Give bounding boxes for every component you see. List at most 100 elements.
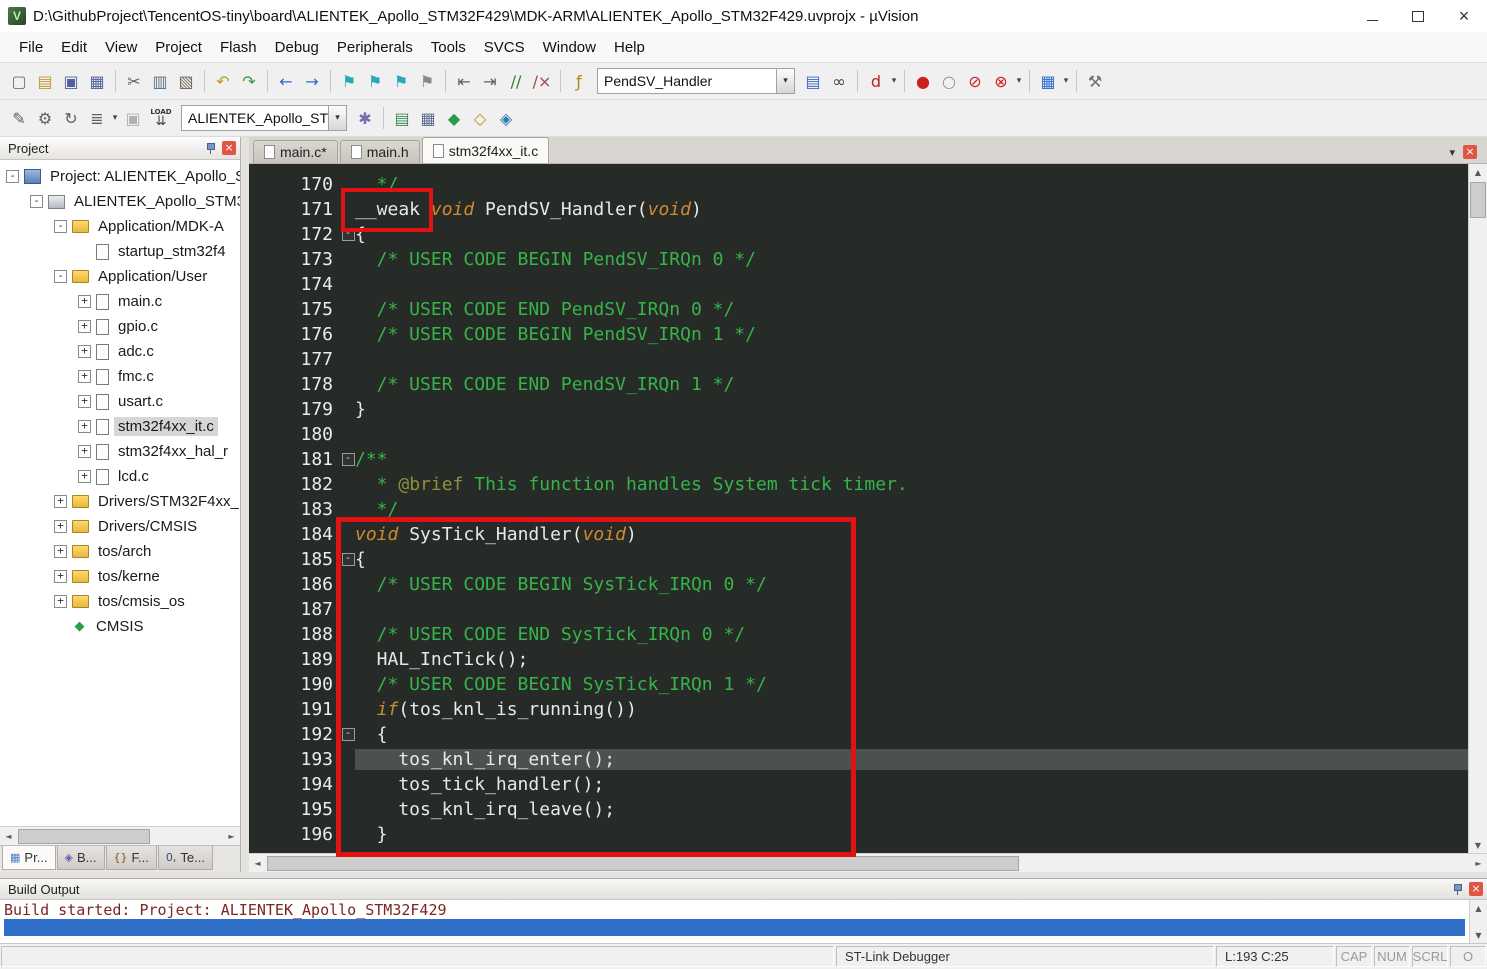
- dropdown-caret[interactable]: ▾: [889, 76, 899, 86]
- scroll-down-icon[interactable]: ▼: [1470, 837, 1487, 853]
- project-panel-hscrollbar[interactable]: ◄ ►: [0, 826, 240, 845]
- save-icon[interactable]: ▣: [58, 68, 84, 94]
- code-line[interactable]: 196 }: [249, 822, 1468, 847]
- kill-all-breakpoints-icon[interactable]: ⊗: [988, 68, 1014, 94]
- line-number[interactable]: 177: [249, 349, 341, 370]
- fold-collapse-icon[interactable]: -: [341, 227, 355, 241]
- close-document-button[interactable]: ×: [1463, 145, 1477, 159]
- pack-installer-icon[interactable]: ◈: [493, 105, 519, 131]
- tree-expander[interactable]: -: [54, 270, 67, 283]
- code-line[interactable]: 186 /* USER CODE BEGIN SysTick_IRQn 0 */: [249, 572, 1468, 597]
- code-line[interactable]: 176 /* USER CODE BEGIN PendSV_IRQn 1 */: [249, 322, 1468, 347]
- tree-item[interactable]: + Drivers/STM32F4xx_: [0, 489, 240, 514]
- line-number[interactable]: 188: [249, 624, 341, 645]
- code-line[interactable]: 181-/**: [249, 447, 1468, 472]
- toggle-bookmark-icon[interactable]: ⚑: [336, 68, 362, 94]
- open-folder-icon[interactable]: ▤: [32, 68, 58, 94]
- line-number[interactable]: 195: [249, 799, 341, 820]
- tree-item[interactable]: + adc.c: [0, 339, 240, 364]
- menu-item-flash[interactable]: Flash: [211, 35, 266, 60]
- close-button[interactable]: ×: [1441, 0, 1487, 32]
- code-line[interactable]: 182 * @brief This function handles Syste…: [249, 472, 1468, 497]
- clear-bookmarks-icon[interactable]: ⚑: [414, 68, 440, 94]
- disable-all-breakpoints-icon[interactable]: ⊘: [962, 68, 988, 94]
- tree-expander[interactable]: -: [6, 170, 19, 183]
- tree-expander[interactable]: +: [54, 545, 67, 558]
- code-line[interactable]: 191 if(tos_knl_is_running()): [249, 697, 1468, 722]
- tree-expander[interactable]: +: [78, 345, 91, 358]
- fold-gutter[interactable]: -: [341, 452, 355, 466]
- minimize-button[interactable]: [1349, 0, 1395, 32]
- tree-item[interactable]: - Application/User: [0, 264, 240, 289]
- code-line[interactable]: 178 /* USER CODE END PendSV_IRQn 1 */: [249, 372, 1468, 397]
- code-line[interactable]: 188 /* USER CODE END SysTick_IRQn 0 */: [249, 622, 1468, 647]
- editor-hscrollbar[interactable]: ◄ ►: [249, 853, 1487, 872]
- code-line[interactable]: 190 /* USER CODE BEGIN SysTick_IRQn 1 */: [249, 672, 1468, 697]
- tab-list-dropdown-icon[interactable]: ▾: [1449, 146, 1455, 159]
- scroll-down-icon[interactable]: ▼: [1470, 927, 1487, 943]
- manage-project-items-icon[interactable]: ▤: [389, 105, 415, 131]
- code-line[interactable]: 175 /* USER CODE END PendSV_IRQn 0 */: [249, 297, 1468, 322]
- function-combobox[interactable]: PendSV_Handler ▾: [597, 68, 795, 94]
- close-project-panel-button[interactable]: ×: [222, 141, 236, 155]
- line-number[interactable]: 175: [249, 299, 341, 320]
- find-in-files-icon[interactable]: ∞: [826, 68, 852, 94]
- scroll-up-icon[interactable]: ▲: [1470, 164, 1487, 180]
- tree-item[interactable]: - Project: ALIENTEK_Apollo_S: [0, 164, 240, 189]
- tree-expander[interactable]: +: [78, 295, 91, 308]
- undo-icon[interactable]: ↶: [210, 68, 236, 94]
- menu-item-help[interactable]: Help: [605, 35, 654, 60]
- line-number[interactable]: 189: [249, 649, 341, 670]
- close-build-output-button[interactable]: ×: [1469, 882, 1483, 896]
- multi-project-workspace-icon[interactable]: ▦: [415, 105, 441, 131]
- code-line[interactable]: 171 __weak void PendSV_Handler(void): [249, 197, 1468, 222]
- line-number[interactable]: 173: [249, 249, 341, 270]
- copy-icon[interactable]: ▥: [147, 68, 173, 94]
- cut-icon[interactable]: ✂: [121, 68, 147, 94]
- line-number[interactable]: 191: [249, 699, 341, 720]
- tree-expander[interactable]: +: [78, 320, 91, 333]
- tree-item[interactable]: + tos/cmsis_os: [0, 589, 240, 614]
- line-number[interactable]: 174: [249, 274, 341, 295]
- fold-collapse-icon[interactable]: -: [341, 552, 355, 566]
- comment-icon[interactable]: //: [503, 68, 529, 94]
- line-number[interactable]: 170: [249, 174, 341, 195]
- tree-expander[interactable]: +: [54, 495, 67, 508]
- tree-item[interactable]: + lcd.c: [0, 464, 240, 489]
- goto-definition-icon[interactable]: ▤: [800, 68, 826, 94]
- tree-item[interactable]: ◆ CMSIS: [0, 614, 240, 639]
- line-number[interactable]: 194: [249, 774, 341, 795]
- tree-expander[interactable]: +: [78, 470, 91, 483]
- stop-build-icon[interactable]: ▣: [120, 105, 146, 131]
- batch-build-icon[interactable]: ≣: [84, 105, 110, 131]
- tree-expander[interactable]: -: [54, 220, 67, 233]
- editor-tab-main-c-[interactable]: main.c*: [253, 140, 338, 163]
- redo-icon[interactable]: ↷: [236, 68, 262, 94]
- tree-item[interactable]: + tos/arch: [0, 539, 240, 564]
- tree-expander[interactable]: +: [78, 370, 91, 383]
- tree-item[interactable]: startup_stm32f4: [0, 239, 240, 264]
- panel-tab-books[interactable]: ◈ B...: [56, 846, 105, 870]
- line-number[interactable]: 179: [249, 399, 341, 420]
- line-number[interactable]: 196: [249, 824, 341, 845]
- debug-windows-icon[interactable]: ▦: [1035, 68, 1061, 94]
- indent-icon[interactable]: ⇥: [477, 68, 503, 94]
- tree-expander[interactable]: +: [54, 520, 67, 533]
- menu-item-edit[interactable]: Edit: [52, 35, 96, 60]
- code-line[interactable]: 194 tos_tick_handler();: [249, 772, 1468, 797]
- code-line[interactable]: 189 HAL_IncTick();: [249, 647, 1468, 672]
- options-for-target-icon[interactable]: ✱: [352, 105, 378, 131]
- scroll-right-icon[interactable]: ►: [223, 828, 240, 844]
- code-line[interactable]: 185-{: [249, 547, 1468, 572]
- menu-item-file[interactable]: File: [10, 35, 52, 60]
- download-to-flash-button[interactable]: LOAD ⇊: [146, 103, 176, 133]
- navigate-forward-icon[interactable]: →: [299, 68, 325, 94]
- paste-icon[interactable]: ▧: [173, 68, 199, 94]
- panel-tab-functions[interactable]: {} F...: [105, 846, 157, 870]
- save-all-icon[interactable]: ▦: [84, 68, 110, 94]
- build-icon[interactable]: ⚙: [32, 105, 58, 131]
- tree-expander[interactable]: +: [54, 595, 67, 608]
- uncomment-icon[interactable]: /×: [529, 68, 555, 94]
- fold-collapse-icon[interactable]: -: [341, 452, 355, 466]
- menu-item-svcs[interactable]: SVCS: [475, 35, 534, 60]
